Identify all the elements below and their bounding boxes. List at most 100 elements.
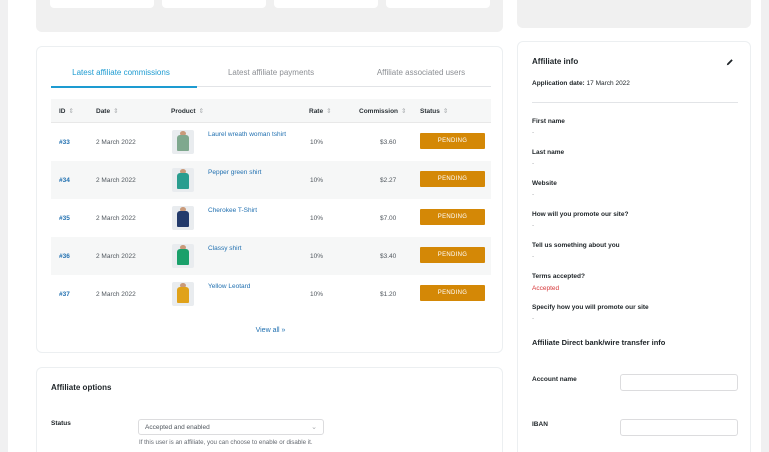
commission-id-link[interactable]: #36 xyxy=(59,253,70,260)
status-badge: PENDING xyxy=(420,171,485,187)
chevron-down-icon: ⌄ xyxy=(311,424,317,431)
field-label-about: Tell us something about you xyxy=(532,242,620,249)
status-help-text: If this user is an affiliate, you can ch… xyxy=(139,439,313,446)
shirt-image xyxy=(177,211,189,227)
commissions-table: ID ⇕ Date ⇕ Product ⇕ Rate ⇕ Commission ⇕ Sta… xyxy=(51,99,491,313)
affiliate-options-title: Affiliate options xyxy=(51,383,112,392)
column-header-id[interactable]: ID ⇕ xyxy=(59,107,74,115)
commission-amount: $7.00 xyxy=(380,215,397,222)
table-header: ID ⇕ Date ⇕ Product ⇕ Rate ⇕ Commission ⇕ Sta… xyxy=(51,99,491,123)
commission-rate: 10% xyxy=(310,253,324,260)
status-select[interactable]: Accepted and enabled ⌄ xyxy=(138,419,324,435)
field-value-about: - xyxy=(532,253,535,260)
iban-label: IBAN xyxy=(532,421,548,428)
pencil-icon[interactable] xyxy=(726,58,734,66)
bank-info-title: Affiliate Direct bank/wire transfer info xyxy=(532,338,666,347)
product-thumbnail[interactable] xyxy=(172,206,194,230)
field-value-promote-specify: - xyxy=(532,315,535,322)
product-link[interactable]: Laurel wreath woman tshirt xyxy=(208,131,286,138)
product-thumbnail[interactable] xyxy=(172,130,194,154)
commission-rate: 10% xyxy=(310,291,324,298)
product-link[interactable]: Classy shirt xyxy=(208,245,242,252)
stat-card xyxy=(50,0,154,8)
status-badge: PENDING xyxy=(420,247,485,263)
column-header-status[interactable]: Status ⇕ xyxy=(420,107,448,115)
commission-rate: 10% xyxy=(310,215,324,222)
shirt-image xyxy=(177,135,189,151)
sort-arrows-icon: ⇕ xyxy=(401,108,407,115)
view-all-link[interactable]: View all » xyxy=(37,327,504,334)
product-link[interactable]: Yellow Leotard xyxy=(208,283,250,290)
product-link[interactable]: Cherokee T-Shirt xyxy=(208,207,257,214)
tab-associated-users[interactable]: Affiliate associated users xyxy=(351,68,491,77)
commission-date: 2 March 2022 xyxy=(96,253,136,260)
shirt-image xyxy=(177,287,189,303)
field-label-first-name: First name xyxy=(532,118,565,125)
commission-id-link[interactable]: #34 xyxy=(59,177,70,184)
table-row: #33 2 March 2022 Laurel wreath woman tsh… xyxy=(51,123,491,161)
product-link[interactable]: Pepper green shirt xyxy=(208,169,261,176)
table-row: #34 2 March 2022 Pepper green shirt 10% … xyxy=(51,161,491,199)
field-value-promote: - xyxy=(532,222,535,229)
field-label-promote-specify: Specify how you will promote our site xyxy=(532,304,649,311)
field-value-website: - xyxy=(532,191,535,198)
field-value-first-name: - xyxy=(532,129,535,136)
affiliate-info-card: Affiliate info Application date: 17 Marc… xyxy=(517,41,751,452)
status-badge: PENDING xyxy=(420,133,485,149)
sort-arrows-icon: ⇕ xyxy=(68,108,74,115)
field-label-website: Website xyxy=(532,180,557,187)
sort-arrows-icon: ⇕ xyxy=(326,108,332,115)
table-row: #37 2 March 2022 Yellow Leotard 10% $1.2… xyxy=(51,275,491,313)
shirt-image xyxy=(177,173,189,189)
commission-id-link[interactable]: #35 xyxy=(59,215,70,222)
commission-amount: $2.27 xyxy=(380,177,397,184)
field-value-terms: Accepted xyxy=(532,285,560,292)
status-label: Status xyxy=(51,420,71,427)
stats-panel xyxy=(36,0,503,32)
divider xyxy=(532,102,738,103)
tab-latest-commissions[interactable]: Latest affiliate commissions xyxy=(51,68,191,77)
field-label-promote: How will you promote our site? xyxy=(532,211,629,218)
shirt-image xyxy=(177,249,189,265)
commission-id-link[interactable]: #37 xyxy=(59,291,70,298)
commission-amount: $1.20 xyxy=(380,291,397,298)
commission-rate: 10% xyxy=(310,177,324,184)
account-name-input[interactable] xyxy=(620,374,738,391)
commission-amount: $3.40 xyxy=(380,253,397,260)
table-row: #35 2 March 2022 Cherokee T-Shirt 10% $7… xyxy=(51,199,491,237)
stat-card xyxy=(162,0,266,8)
commission-rate: 10% xyxy=(310,139,324,146)
commission-date: 2 March 2022 xyxy=(96,215,136,222)
field-label-last-name: Last name xyxy=(532,149,565,156)
sort-arrows-icon: ⇕ xyxy=(113,108,119,115)
product-thumbnail[interactable] xyxy=(172,244,194,268)
active-tab-indicator xyxy=(51,86,197,88)
application-date: Application date: 17 March 2022 xyxy=(532,80,630,87)
affiliate-info-title: Affiliate info xyxy=(532,57,579,66)
iban-input[interactable] xyxy=(620,419,738,436)
field-value-last-name: - xyxy=(532,160,535,167)
field-label-terms: Terms accepted? xyxy=(532,273,585,280)
sort-arrows-icon: ⇕ xyxy=(198,108,205,115)
affiliate-options-card: Affiliate options Status Accepted and en… xyxy=(36,367,503,452)
column-header-product[interactable]: Product ⇕ xyxy=(171,107,204,115)
commission-id-link[interactable]: #33 xyxy=(59,139,70,146)
account-name-label: Account name xyxy=(532,376,577,383)
commission-amount: $3.60 xyxy=(380,139,397,146)
column-header-commission[interactable]: Commission ⇕ xyxy=(359,107,406,115)
tab-bar: Latest affiliate commissions Latest affi… xyxy=(51,63,491,87)
summary-panel xyxy=(517,0,751,28)
tab-latest-payments[interactable]: Latest affiliate payments xyxy=(201,68,341,77)
commission-date: 2 March 2022 xyxy=(96,291,136,298)
product-thumbnail[interactable] xyxy=(172,282,194,306)
status-badge: PENDING xyxy=(420,209,485,225)
column-header-rate[interactable]: Rate ⇕ xyxy=(309,107,332,115)
commissions-card: Latest affiliate commissions Latest affi… xyxy=(36,46,503,353)
table-row: #36 2 March 2022 Classy shirt 10% $3.40 … xyxy=(51,237,491,275)
status-badge: PENDING xyxy=(420,285,485,301)
stat-card xyxy=(274,0,378,8)
sort-arrows-icon: ⇕ xyxy=(442,108,449,115)
commission-date: 2 March 2022 xyxy=(96,177,136,184)
product-thumbnail[interactable] xyxy=(172,168,194,192)
column-header-date[interactable]: Date ⇕ xyxy=(96,107,119,115)
